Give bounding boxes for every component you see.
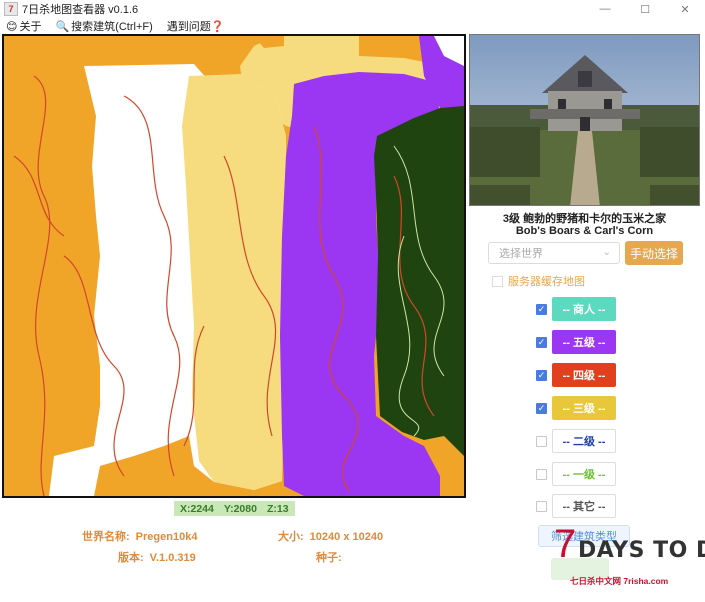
game-logo: 7 DAYS TO DIE 七日杀中文网 7risha.com (554, 522, 705, 590)
filter-tag[interactable]: -- 其它 -- (552, 494, 616, 518)
version-label: 版本: (118, 552, 144, 564)
magnifier-icon: 🔍 (55, 20, 70, 33)
cursor-coordinates: X:2244 Y:2080 Z:13 (174, 501, 295, 516)
manual-select-button[interactable]: 手动选择 (625, 241, 683, 265)
filter-checkbox[interactable]: ✓ (536, 369, 547, 381)
filter-checkbox[interactable] (536, 468, 547, 480)
smiley-icon: 😊 (6, 20, 18, 33)
map-canvas[interactable] (4, 36, 464, 496)
logo-seven: 7 (554, 522, 577, 566)
filter-checkbox[interactable] (536, 500, 547, 512)
filter-row[interactable]: ✓ -- 四级 -- (536, 363, 616, 387)
seed-info: 种子: (316, 549, 348, 565)
filter-row[interactable]: -- 二级 -- (536, 429, 616, 453)
world-select[interactable]: 选择世界 ⌄ (488, 242, 620, 264)
menu-search-building[interactable]: 🔍 搜索建筑(Ctrl+F) (55, 18, 152, 34)
logo-title: DAYS TO DIE (578, 538, 705, 563)
map-size-info: 大小: 10240 x 10240 (278, 528, 383, 544)
world-map[interactable] (2, 34, 466, 498)
filter-row[interactable]: ✓ -- 五级 -- (536, 330, 616, 354)
map-size-label: 大小: (278, 531, 304, 543)
server-cache-box[interactable] (492, 275, 503, 287)
window-title: 7日杀地图查看器 v0.1.6 (22, 4, 139, 16)
filter-checkbox[interactable]: ✓ (536, 336, 547, 348)
server-cache-label: 服务器缓存地图 (508, 276, 585, 288)
filter-checkbox[interactable]: ✓ (536, 402, 547, 414)
building-name-cn: 3级 鲍勃的野猪和卡尔的玉米之家 (502, 213, 667, 225)
map-size-value: 10240 x 10240 (309, 531, 384, 543)
filter-tag[interactable]: -- 四级 -- (552, 363, 616, 387)
server-cache-checkbox[interactable]: 服务器缓存地图 (492, 273, 585, 289)
building-name-en: Bob's Boars & Carl's Corn (515, 225, 654, 237)
filter-tag[interactable]: -- 三级 -- (552, 396, 616, 420)
seed-label: 种子: (316, 552, 342, 564)
close-button[interactable]: ✕ (665, 0, 705, 18)
world-name-info: 世界名称: Pregen10k4 (82, 528, 197, 544)
filter-checkbox[interactable]: ✓ (536, 303, 547, 315)
menu-about-label: 关于 (19, 21, 42, 33)
chevron-down-icon: ⌄ (602, 247, 611, 258)
filter-row[interactable]: -- 其它 -- (536, 494, 616, 518)
maximize-button[interactable]: ☐ (625, 0, 665, 18)
world-name-label: 世界名称: (82, 531, 130, 543)
building-preview-image (469, 34, 700, 206)
coord-y: Y:2080 (223, 502, 257, 515)
menu-about[interactable]: 😊 关于 (6, 18, 41, 34)
filter-tag[interactable]: -- 一级 -- (552, 462, 616, 486)
filter-checkbox[interactable] (536, 435, 547, 447)
title-bar: 7 7日杀地图查看器 v0.1.6 — ☐ ✕ (0, 0, 705, 18)
question-icon: ❓ (210, 20, 225, 33)
app-icon: 7 (4, 2, 18, 16)
version-value: V.1.0.319 (149, 552, 196, 564)
filter-tag[interactable]: -- 二级 -- (552, 429, 616, 453)
logo-subtitle: 七日杀中文网 7risha.com (570, 576, 669, 586)
filter-row[interactable]: ✓ -- 商人 -- (536, 297, 616, 321)
world-select-placeholder: 选择世界 (499, 248, 543, 260)
version-info: 版本: V.1.0.319 (118, 549, 196, 565)
coord-z: Z:13 (266, 502, 289, 515)
filter-row[interactable]: -- 一级 -- (536, 462, 616, 486)
menu-problem-label: 遇到问题 (166, 21, 211, 33)
filter-tag[interactable]: -- 五级 -- (552, 330, 616, 354)
window-controls: — ☐ ✕ (585, 0, 705, 18)
minimize-button[interactable]: — (585, 0, 625, 18)
menu-problem[interactable]: 遇到问题 ❓ (167, 18, 227, 34)
filter-tag[interactable]: -- 商人 -- (552, 297, 616, 321)
world-name-value: Pregen10k4 (135, 531, 198, 543)
menu-search-label: 搜索建筑(Ctrl+F) (71, 21, 153, 33)
filter-row[interactable]: ✓ -- 三级 -- (536, 396, 616, 420)
menu-bar: 😊 关于 🔍 搜索建筑(Ctrl+F) 遇到问题 ❓ (0, 18, 705, 34)
region-forest (374, 106, 464, 456)
coord-x: X:2244 (180, 502, 214, 515)
